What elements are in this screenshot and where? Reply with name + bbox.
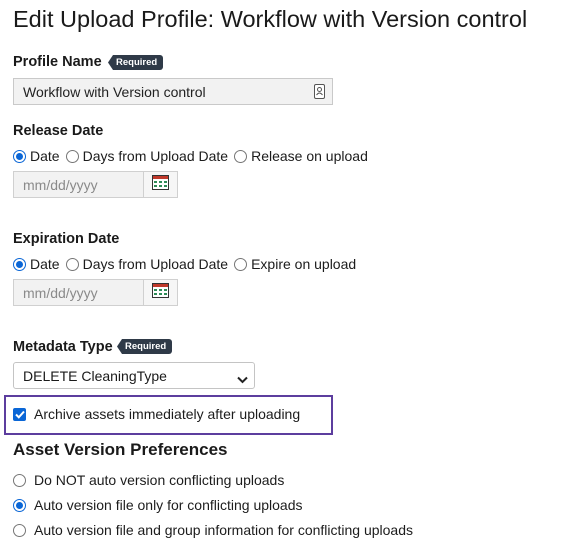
- archive-option: Archive assets immediately after uploadi…: [13, 406, 300, 422]
- contact-card-icon: [314, 84, 325, 104]
- metadata-type-selected-value: DELETE CleaningType: [23, 367, 167, 384]
- release-date-options: Date Days from Upload Date Release on up…: [13, 148, 374, 164]
- calendar-icon: [152, 174, 169, 195]
- expiration-date-option-label: Date: [30, 256, 60, 272]
- archive-label: Archive assets immediately after uploadi…: [34, 406, 301, 422]
- expiration-date-option-label: Expire on upload: [251, 256, 357, 272]
- release-date-radio-days[interactable]: [65, 149, 79, 163]
- version-pref-radio-file-and-group[interactable]: [13, 523, 26, 537]
- release-date-option-label: Days from Upload Date: [82, 148, 229, 164]
- page-title: Edit Upload Profile: Workflow with Versi…: [13, 6, 528, 32]
- chevron-down-icon: [237, 371, 248, 387]
- release-date-calendar-button[interactable]: [143, 171, 178, 198]
- version-pref-label: Do NOT auto version conflicting uploads: [34, 472, 285, 488]
- profile-name-input[interactable]: [13, 78, 333, 105]
- release-date-option-label: Date: [30, 148, 60, 164]
- release-date-option-label: Release on upload: [251, 148, 368, 164]
- checkmark-icon: [14, 410, 25, 419]
- profile-name-field: [13, 78, 333, 105]
- version-pref-label: Auto version file only for conflicting u…: [34, 497, 303, 513]
- expiration-date-label: Expiration Date: [13, 231, 120, 247]
- calendar-icon: [152, 282, 169, 303]
- version-pref-option: Auto version file and group information …: [13, 522, 413, 538]
- profile-name-label: Profile Name: [13, 54, 102, 70]
- version-pref-option: Auto version file only for conflicting u…: [13, 497, 302, 513]
- release-date-radio-on-upload[interactable]: [234, 149, 248, 163]
- version-pref-radio-file-only[interactable]: [13, 498, 26, 512]
- expiration-date-options: Date Days from Upload Date Expire on upl…: [13, 256, 362, 272]
- metadata-type-label: Metadata Type: [13, 339, 113, 355]
- version-pref-option: Do NOT auto version conflicting uploads: [13, 472, 284, 488]
- metadata-type-select[interactable]: DELETE CleaningType: [13, 362, 255, 389]
- required-badge: Required: [117, 339, 173, 354]
- expiration-date-option-label: Days from Upload Date: [82, 256, 229, 272]
- expiration-date-radio-on-upload[interactable]: [234, 257, 248, 271]
- release-date-label: Release Date: [13, 123, 104, 139]
- expiration-date-input[interactable]: [13, 279, 144, 306]
- expiration-date-radio-days[interactable]: [65, 257, 79, 271]
- release-date-input[interactable]: [13, 171, 144, 198]
- expiration-date-radio-date[interactable]: [13, 257, 26, 271]
- version-prefs-title: Asset Version Preferences: [13, 440, 228, 459]
- version-pref-label: Auto version file and group information …: [34, 522, 413, 538]
- expiration-date-calendar-button[interactable]: [143, 279, 178, 306]
- version-pref-radio-no-auto[interactable]: [13, 473, 26, 487]
- archive-checkbox[interactable]: [13, 407, 26, 421]
- release-date-radio-date[interactable]: [13, 149, 26, 163]
- required-badge: Required: [108, 55, 164, 70]
